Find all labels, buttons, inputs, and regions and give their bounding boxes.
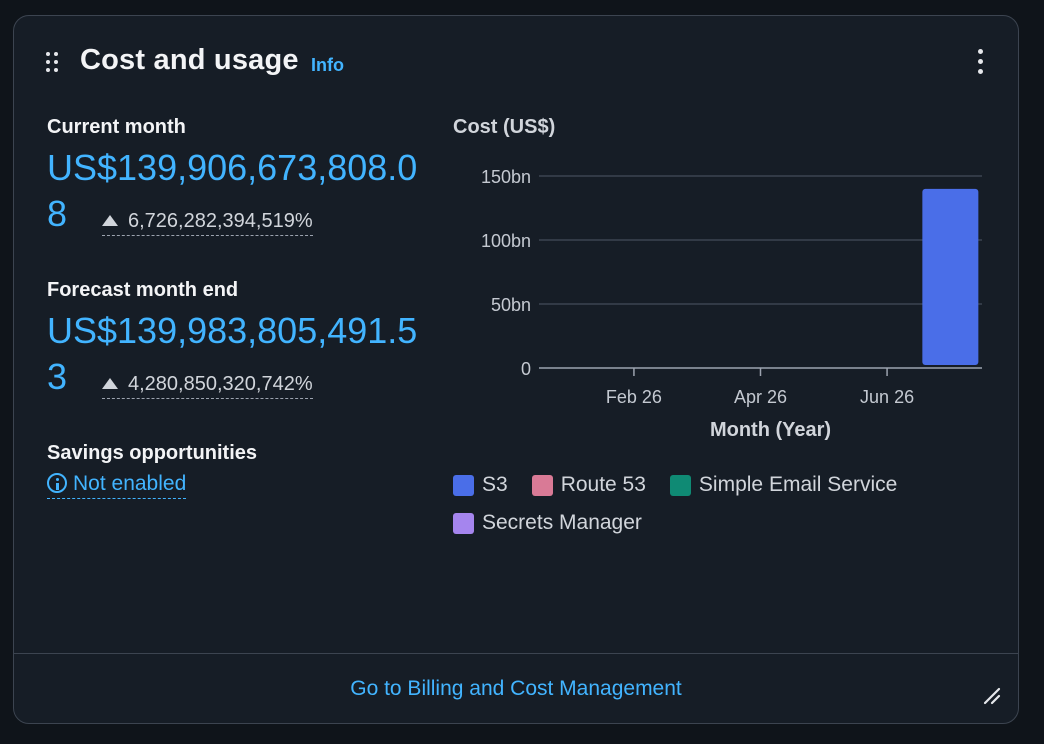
info-circle-icon xyxy=(47,473,67,493)
info-link[interactable]: Info xyxy=(311,55,344,76)
current-month-change[interactable]: 6,726,282,394,519% xyxy=(102,210,313,236)
current-month-label: Current month xyxy=(47,116,186,138)
resize-handle-icon[interactable] xyxy=(982,686,1002,706)
legend-swatch xyxy=(531,474,553,496)
bar-s3 xyxy=(922,188,979,365)
legend-label: Secrets Manager xyxy=(482,511,642,534)
x-axis-title: Month (Year) xyxy=(710,419,831,441)
y-tick-label: 0 xyxy=(521,359,531,379)
billing-link[interactable]: Go to Billing and Cost Management xyxy=(14,677,1018,701)
up-triangle-icon xyxy=(102,378,118,389)
legend-swatch xyxy=(453,512,474,534)
legend-item: Route 53 xyxy=(531,473,646,497)
legend-item: Simple Email Service xyxy=(669,473,898,497)
forecast-label: Forecast month end xyxy=(47,279,239,301)
forecast-change[interactable]: 4,280,850,320,742% xyxy=(102,373,313,399)
savings-status-link[interactable]: Not enabled xyxy=(47,472,187,499)
widget-title: Cost and usage xyxy=(80,44,299,76)
chart-title: Cost (US$) xyxy=(453,116,556,138)
y-tick-label: 100bn xyxy=(481,231,531,251)
x-tick-label: Jun 26 xyxy=(860,387,914,407)
cost-usage-widget: Cost and usage Info Current month US$139… xyxy=(13,15,1019,724)
widget-footer: Go to Billing and Cost Management xyxy=(14,653,1018,723)
legend-item: Secrets Manager xyxy=(453,511,642,535)
x-tick-label: Feb 26 xyxy=(606,387,662,407)
x-tick-label: Apr 26 xyxy=(734,387,787,407)
more-actions-icon[interactable] xyxy=(975,49,985,75)
legend-swatch xyxy=(669,474,691,496)
cost-bar-chart: 0 50bn 100bn 150bn Feb 26 Apr 26 Jun 26 Month (… xyxy=(481,167,982,441)
legend-label: S3 xyxy=(482,473,508,496)
chart-legend: S3 Route 53 Simple Email Service Secrets Ma… xyxy=(453,473,973,549)
legend-item: S3 xyxy=(453,473,508,497)
y-tick-label: 150bn xyxy=(481,167,531,187)
y-tick-label: 50bn xyxy=(491,295,531,315)
savings-label: Savings opportunities xyxy=(47,442,258,464)
legend-label: Simple Email Service xyxy=(698,473,898,496)
legend-swatch xyxy=(453,474,474,496)
drag-handle-icon[interactable] xyxy=(46,52,60,76)
up-triangle-icon xyxy=(102,215,118,226)
legend-label: Route 53 xyxy=(560,473,646,496)
